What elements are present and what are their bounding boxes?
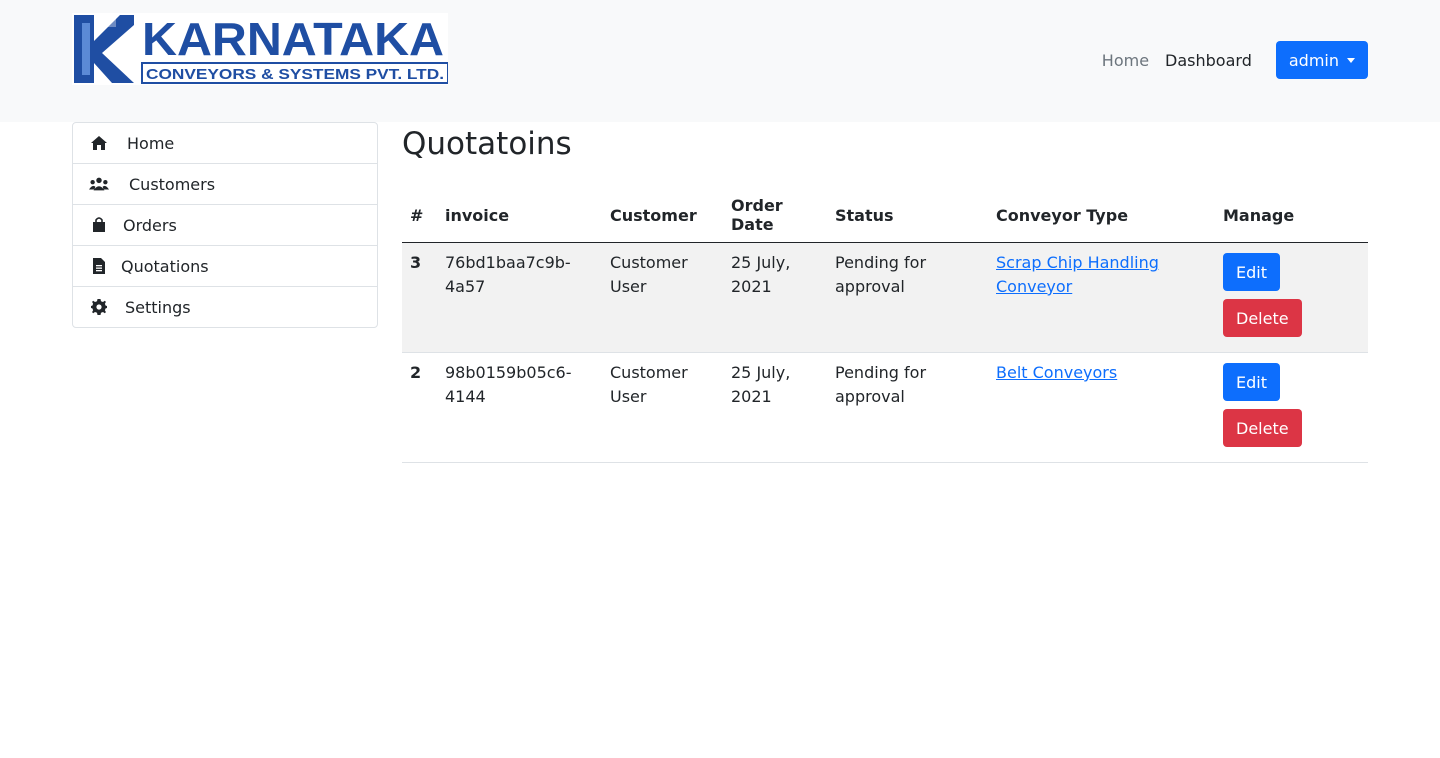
invoice-cell: 76bd1baa7c9b-4a57 — [437, 242, 602, 353]
nav-dashboard-link[interactable]: Dashboard — [1157, 51, 1260, 70]
status-cell: Pending for approval — [827, 242, 988, 353]
sidebar-item-label: Home — [127, 133, 175, 153]
column-header: # — [402, 188, 437, 243]
customer-cell: Customer User — [602, 242, 723, 353]
admin-dropdown-button[interactable]: admin — [1275, 41, 1368, 79]
row-number: 3 — [402, 242, 437, 353]
sidebar-item-label: Quotations — [121, 256, 209, 276]
main-content: Quotatoins # invoice Customer Order Date… — [402, 122, 1368, 463]
column-header: Status — [827, 188, 988, 243]
order-date-cell: 25 July, 2021 — [723, 242, 827, 353]
customer-cell: Customer User — [602, 352, 723, 463]
sidebar-item-orders[interactable]: Orders — [73, 205, 377, 246]
nav-home-link[interactable]: Home — [1094, 51, 1157, 70]
sidebar-item-quotations[interactable]: Quotations — [73, 246, 377, 287]
delete-button[interactable]: Delete — [1223, 409, 1302, 447]
sidebar-item-home[interactable]: Home — [73, 123, 377, 164]
manage-cell: Edit Delete — [1215, 242, 1368, 353]
logo-text-sub: CONVEYORS & SYSTEMS PVT. LTD. — [146, 66, 444, 83]
chevron-down-icon — [1347, 57, 1355, 63]
admin-label: admin — [1288, 50, 1339, 70]
table-row: 2 98b0159b05c6-4144 Customer User 25 Jul… — [402, 352, 1368, 463]
column-header: Manage — [1215, 188, 1368, 243]
sidebar-item-customers[interactable]: Customers — [73, 164, 377, 205]
sidebar-item-label: Orders — [123, 215, 177, 235]
gear-icon — [89, 297, 109, 317]
conveyor-type-cell: Belt Conveyors — [988, 352, 1215, 463]
status-cell: Pending for approval — [827, 352, 988, 463]
invoice-cell: 98b0159b05c6-4144 — [437, 352, 602, 463]
home-icon — [89, 133, 109, 153]
row-number: 2 — [402, 352, 437, 463]
column-header: invoice — [437, 188, 602, 243]
sidebar-item-settings[interactable]: Settings — [73, 287, 377, 327]
conveyor-type-link[interactable]: Belt Conveyors — [996, 363, 1117, 382]
column-header: Conveyor Type — [988, 188, 1215, 243]
conveyor-type-link[interactable]: Scrap Chip Handling Conveyor — [996, 253, 1159, 296]
navbar: KARNATAKA CONVEYORS & SYSTEMS PVT. LTD. … — [0, 0, 1440, 122]
delete-button[interactable]: Delete — [1223, 299, 1302, 337]
edit-button[interactable]: Edit — [1223, 253, 1280, 291]
sidebar-item-label: Customers — [129, 174, 216, 194]
company-logo[interactable]: KARNATAKA CONVEYORS & SYSTEMS PVT. LTD. — [72, 13, 448, 85]
shopping-bag-icon — [89, 215, 109, 235]
logo-text-main: KARNATAKA — [142, 13, 444, 65]
users-icon — [89, 174, 109, 194]
order-date-cell: 25 July, 2021 — [723, 352, 827, 463]
sidebar-item-label: Settings — [125, 297, 191, 317]
table-row: 3 76bd1baa7c9b-4a57 Customer User 25 Jul… — [402, 242, 1368, 353]
column-header: Customer — [602, 188, 723, 243]
nav-links: Home Dashboard admin — [1094, 41, 1368, 79]
file-icon — [89, 256, 109, 276]
quotations-table: # invoice Customer Order Date Status Con… — [402, 188, 1368, 463]
manage-cell: Edit Delete — [1215, 352, 1368, 463]
conveyor-type-cell: Scrap Chip Handling Conveyor — [988, 242, 1215, 353]
edit-button[interactable]: Edit — [1223, 363, 1280, 401]
column-header: Order Date — [723, 188, 827, 243]
page-title: Quotatoins — [402, 126, 572, 162]
table-header-row: # invoice Customer Order Date Status Con… — [402, 188, 1368, 243]
sidebar: Home Customers Orders Quotations Setting… — [72, 122, 378, 328]
